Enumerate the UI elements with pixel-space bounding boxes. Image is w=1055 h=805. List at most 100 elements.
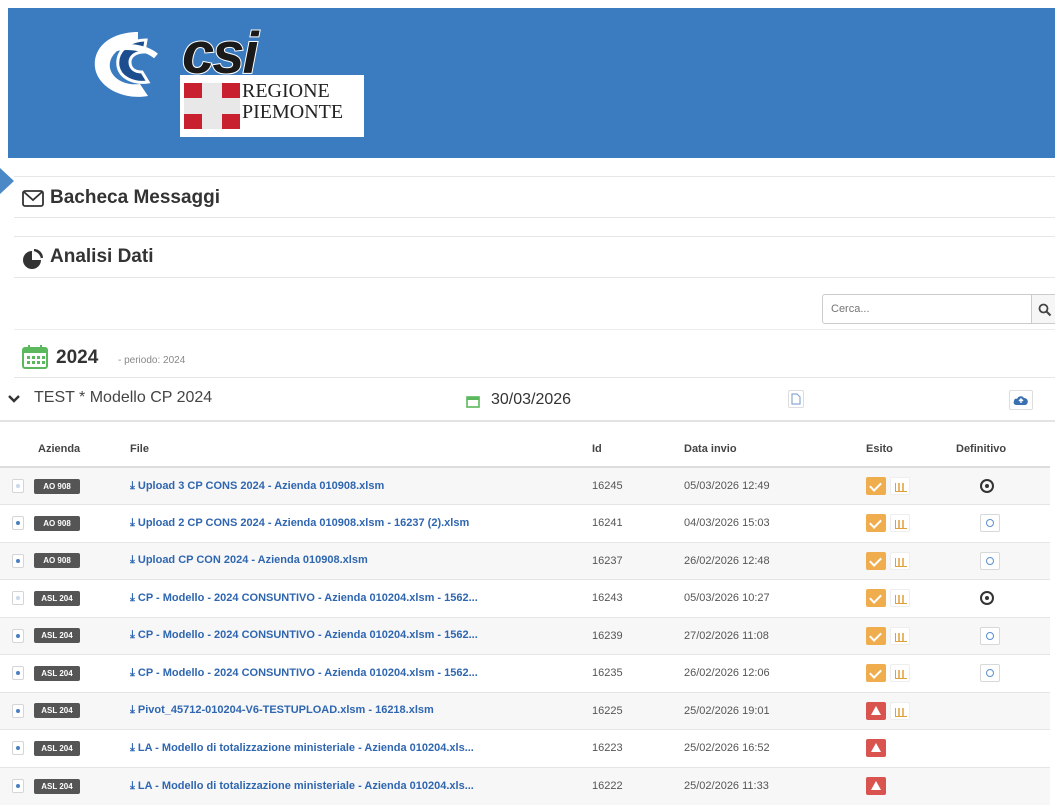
document-button[interactable]: [788, 390, 804, 408]
chevron-down-icon[interactable]: [8, 394, 20, 404]
cell-file: ⤓ CP - Modello - 2024 CONSUNTIVO - Aziend…: [120, 654, 582, 692]
table-row[interactable]: ASL 204 ⤓ CP - Modello - 2024 CONSUNTIVO -…: [0, 616, 1050, 655]
cell-data-invio: 27/02/2026 11:08: [674, 616, 860, 655]
chart-icon[interactable]: [890, 551, 910, 570]
chart-icon[interactable]: [890, 514, 910, 533]
col-data-invio[interactable]: Data invio: [674, 431, 860, 468]
definitive-clock-icon[interactable]: [980, 591, 994, 606]
table-row[interactable]: AO 908 ⤓ Upload 3 CP CONS 2024 - Azienda 0…: [0, 466, 1050, 505]
file-download-link[interactable]: ⤓ CP - Modello - 2024 CONSUNTIVO - Aziend…: [130, 667, 574, 680]
uploads-table: Azienda File Id Data invio Esito Definit…: [0, 431, 1050, 805]
file-name: LA - Modello di totalizzazione ministeri…: [137, 741, 474, 754]
row-select-button[interactable]: [12, 779, 24, 793]
table-row[interactable]: AO 908 ⤓ Upload 2 CP CONS 2024 - Azienda 0…: [0, 504, 1050, 542]
row-select-button[interactable]: [12, 479, 24, 493]
set-definitive-button[interactable]: [980, 626, 1000, 645]
cell-id: 16225: [582, 691, 674, 730]
table-row[interactable]: ASL 204 ⤓ LA - Modello di totalizzazione m…: [0, 729, 1050, 767]
row-select-button[interactable]: [12, 666, 24, 681]
cell-data-invio: 05/03/2026 12:49: [674, 466, 860, 505]
csi-regione-logo[interactable]: csi REGIONE PIEMONTE: [86, 20, 376, 137]
messages-panel[interactable]: Bacheca Messaggi: [14, 176, 1055, 218]
region-line1: REGIONE: [242, 80, 330, 102]
table-row[interactable]: ASL 204 ⤓ CP - Modello - 2024 CONSUNTIVO -…: [0, 654, 1050, 692]
azienda-badge: ASL 204: [34, 665, 80, 681]
esito-ok-icon[interactable]: [866, 514, 886, 533]
file-download-link[interactable]: ⤓ CP - Modello - 2024 CONSUNTIVO - Aziend…: [130, 629, 574, 642]
cell-azienda: AO 908: [0, 466, 120, 505]
file-name: CP - Modello - 2024 CONSUNTIVO - Azienda…: [137, 629, 478, 642]
row-select-button[interactable]: [12, 628, 24, 643]
cell-file: ⤓ LA - Modello di totalizzazione minister…: [120, 766, 582, 805]
set-definitive-button[interactable]: [980, 664, 1000, 683]
azienda-badge: ASL 204: [34, 740, 80, 756]
col-esito[interactable]: Esito: [860, 431, 956, 468]
esito-ok-icon[interactable]: [866, 589, 886, 608]
esito-error-icon[interactable]: [866, 777, 886, 795]
row-select-button[interactable]: [12, 703, 24, 718]
table-row[interactable]: AO 908 ⤓ Upload CP CON 2024 - Azienda 0109…: [0, 541, 1050, 580]
azienda-badge: AO 908: [34, 478, 80, 494]
row-select-button[interactable]: [12, 516, 24, 531]
esito-ok-icon[interactable]: [866, 477, 886, 495]
collapse-arrow-icon[interactable]: [0, 168, 14, 194]
file-download-link[interactable]: ⤓ LA - Modello di totalizzazione minister…: [130, 780, 574, 793]
cell-definitivo: [956, 691, 1050, 730]
chart-icon[interactable]: [890, 626, 910, 645]
cell-id: 16222: [582, 766, 674, 805]
cell-id: 16245: [582, 466, 674, 505]
chart-icon[interactable]: [890, 664, 910, 683]
set-definitive-button[interactable]: [980, 514, 1000, 533]
file-download-link[interactable]: ⤓ LA - Modello di totalizzazione minister…: [130, 742, 574, 755]
esito-error-icon[interactable]: [866, 739, 886, 758]
row-select-button[interactable]: [12, 741, 24, 756]
calendar-small-icon: [466, 396, 480, 408]
set-definitive-button[interactable]: [980, 551, 1000, 570]
cell-data-invio: 25/02/2026 16:52: [674, 729, 860, 767]
table-row[interactable]: ASL 204 ⤓ CP - Modello - 2024 CONSUNTIVO -…: [0, 579, 1050, 617]
file-download-link[interactable]: ⤓ Pivot_45712-010204-V6-TESTUPLOAD.xlsm -…: [130, 704, 574, 717]
file-download-link[interactable]: ⤓ Upload CP CON 2024 - Azienda 010908.xls…: [130, 554, 574, 567]
envelope-icon: [22, 190, 44, 207]
file-download-link[interactable]: ⤓ CP - Modello - 2024 CONSUNTIVO - Aziend…: [130, 592, 574, 605]
search-button[interactable]: [1032, 294, 1055, 324]
download-icon: ⤓: [130, 554, 135, 567]
chart-icon[interactable]: [890, 589, 910, 608]
cell-esito: [860, 729, 956, 767]
cell-file: ⤓ CP - Modello - 2024 CONSUNTIVO - Aziend…: [120, 579, 582, 617]
download-icon: ⤓: [130, 666, 135, 679]
messages-title: Bacheca Messaggi: [50, 187, 221, 208]
table-row[interactable]: ASL 204 ⤓ Pivot_45712-010204-V6-TESTUPLOAD…: [0, 691, 1050, 730]
cell-esito: [860, 579, 956, 617]
cell-esito: [860, 766, 956, 805]
definitive-clock-icon[interactable]: [980, 479, 994, 493]
row-select-button[interactable]: [12, 591, 24, 606]
chart-icon[interactable]: [890, 477, 910, 495]
file-download-link[interactable]: ⤓ Upload 3 CP CONS 2024 - Azienda 010908.…: [130, 480, 574, 493]
cell-definitivo: [956, 541, 1050, 580]
col-id[interactable]: Id: [582, 431, 674, 468]
pie-chart-icon: [23, 249, 43, 269]
cell-esito: [860, 466, 956, 505]
esito-error-icon[interactable]: [866, 701, 886, 720]
model-date: 30/03/2026: [491, 391, 572, 408]
col-definitivo[interactable]: Definitivo: [956, 431, 1050, 468]
table-row[interactable]: ASL 204 ⤓ LA - Modello di totalizzazione m…: [0, 766, 1050, 805]
esito-ok-icon[interactable]: [866, 626, 886, 645]
cell-esito: [860, 654, 956, 692]
col-file[interactable]: File: [120, 431, 582, 468]
file-name: CP - Modello - 2024 CONSUNTIVO - Azienda…: [137, 591, 478, 604]
esito-ok-icon[interactable]: [866, 551, 886, 570]
file-download-link[interactable]: ⤓ Upload 2 CP CONS 2024 - Azienda 010908.…: [130, 517, 574, 530]
chart-icon[interactable]: [890, 701, 910, 720]
cell-id: 16243: [582, 579, 674, 617]
azienda-badge: ASL 204: [34, 778, 80, 794]
esito-ok-icon[interactable]: [866, 664, 886, 683]
analysis-panel[interactable]: Analisi Dati: [14, 236, 1055, 278]
search-input[interactable]: [822, 294, 1032, 324]
upload-button[interactable]: [1009, 390, 1033, 410]
search-icon: [1038, 303, 1052, 317]
row-select-button[interactable]: [12, 553, 24, 568]
cell-azienda: ASL 204: [0, 729, 120, 767]
col-azienda[interactable]: Azienda: [0, 431, 120, 468]
